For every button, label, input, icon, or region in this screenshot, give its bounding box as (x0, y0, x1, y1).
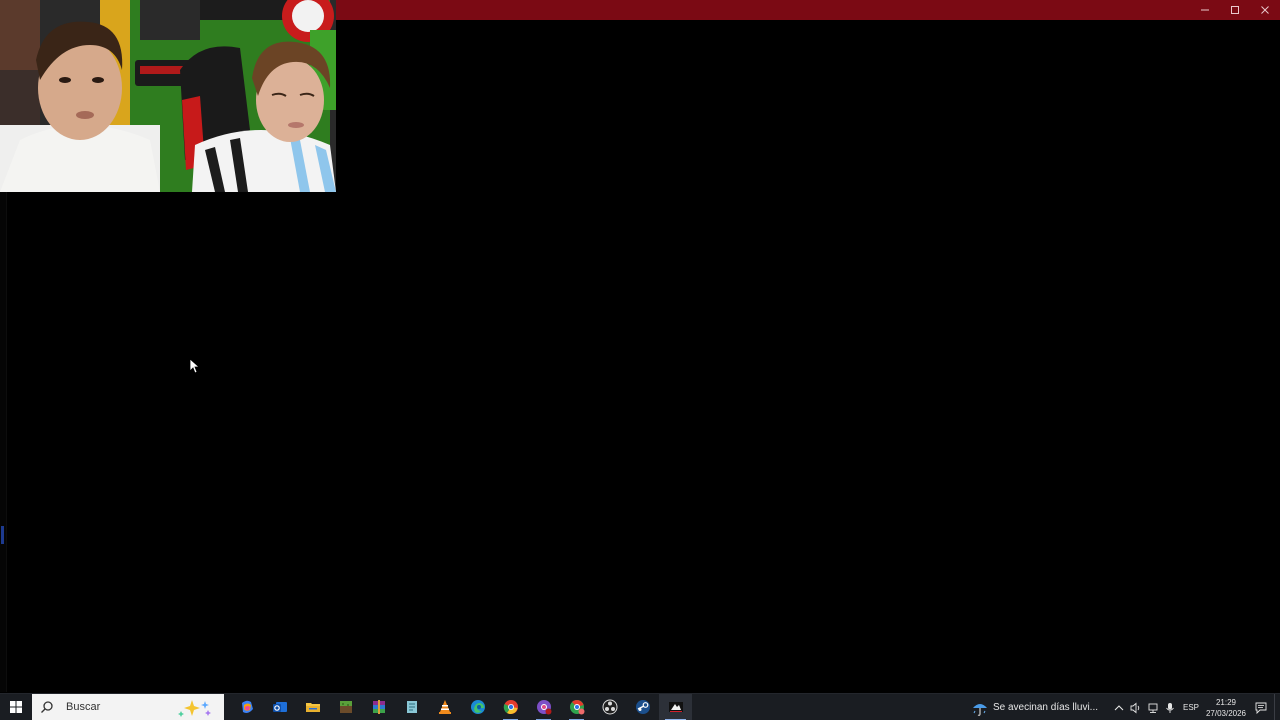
microphone-button[interactable] (1161, 694, 1178, 720)
taskbar-app-copilot[interactable] (230, 694, 263, 720)
taskbar-app-notepad[interactable] (395, 694, 428, 720)
close-button[interactable] (1250, 0, 1280, 20)
edge-icon (470, 700, 485, 714)
chrome-icon (503, 700, 518, 714)
maximize-button[interactable] (1220, 0, 1250, 20)
chevron-up-icon (1114, 704, 1123, 710)
minimize-icon (1201, 9, 1209, 11)
taskbar-app-minecraft[interactable] (329, 694, 362, 720)
taskbar-app-vlc[interactable] (428, 694, 461, 720)
notifications-button[interactable] (1248, 694, 1274, 720)
webcam-overlay (0, 0, 336, 192)
start-button[interactable] (0, 694, 32, 720)
chrome-alt-icon (569, 700, 584, 715)
taskbar-app-chrome-alt[interactable] (560, 694, 593, 720)
weather-widget[interactable]: Se avecinan días lluvi... (972, 700, 1098, 716)
close-icon (1261, 6, 1269, 14)
taskbar-app-chrome[interactable] (494, 694, 527, 720)
taskbar-app-outlook[interactable] (263, 694, 296, 720)
taskbar-app-active[interactable] (659, 693, 692, 720)
speaker-icon (1130, 702, 1139, 713)
window-left-edge (0, 192, 7, 692)
taskbar: Se avecinan días lluvi... (0, 693, 1280, 720)
taskbar-app-steam[interactable] (626, 694, 659, 720)
outlook-icon (272, 702, 287, 712)
taskbar-app-winrar[interactable] (362, 694, 395, 720)
rain-umbrella-icon (972, 703, 987, 716)
windows-logo-icon (10, 701, 22, 713)
app-active-icon (668, 702, 683, 712)
taskbar-search[interactable] (32, 693, 224, 720)
show-desktop-button[interactable] (1274, 694, 1280, 720)
network-icon (1148, 703, 1157, 713)
desktop-screen: Se avecinan días lluvi... (0, 0, 1280, 720)
search-icon (41, 701, 53, 713)
mouse-cursor-icon (189, 358, 199, 374)
edge-indicator (1, 526, 4, 544)
chrome-profile-icon (536, 700, 551, 715)
minimize-button[interactable] (1190, 0, 1220, 20)
steam-icon (635, 700, 650, 714)
search-highlight-sparkle-icon[interactable] (178, 698, 218, 718)
network-button[interactable] (1144, 694, 1161, 720)
search-input[interactable] (66, 701, 176, 713)
microphone-icon (1165, 702, 1174, 713)
obs-icon (602, 699, 617, 715)
clock[interactable]: 21:29 27/03/2026 (1204, 697, 1248, 719)
clock-time: 21:29 (1215, 697, 1237, 707)
winrar-icon (372, 700, 385, 714)
notepad-icon (406, 701, 417, 713)
taskbar-app-chrome-profile[interactable] (527, 694, 560, 720)
copilot-icon (241, 700, 253, 713)
taskbar-app-obs[interactable] (593, 694, 626, 720)
volume-button[interactable] (1127, 694, 1144, 720)
clock-date: 27/03/2026 (1205, 708, 1247, 718)
maximize-icon (1231, 6, 1239, 14)
pinned-apps (230, 693, 692, 720)
taskbar-app-edge[interactable] (461, 694, 494, 720)
language-indicator[interactable]: ESP (1178, 703, 1204, 712)
system-tray: Se avecinan días lluvi... ESP 21:29 27/0… (972, 694, 1280, 720)
weather-text: Se avecinan días lluvi... (992, 702, 1098, 713)
show-hidden-icons-button[interactable] (1110, 694, 1127, 720)
minecraft-icon (339, 701, 352, 713)
file-explorer-icon (305, 703, 320, 712)
vlc-icon (438, 700, 451, 714)
taskbar-app-file-explorer[interactable] (296, 694, 329, 720)
notification-icon (1255, 702, 1267, 714)
webcam-scene-image (0, 0, 336, 192)
window-controls (1190, 0, 1280, 20)
